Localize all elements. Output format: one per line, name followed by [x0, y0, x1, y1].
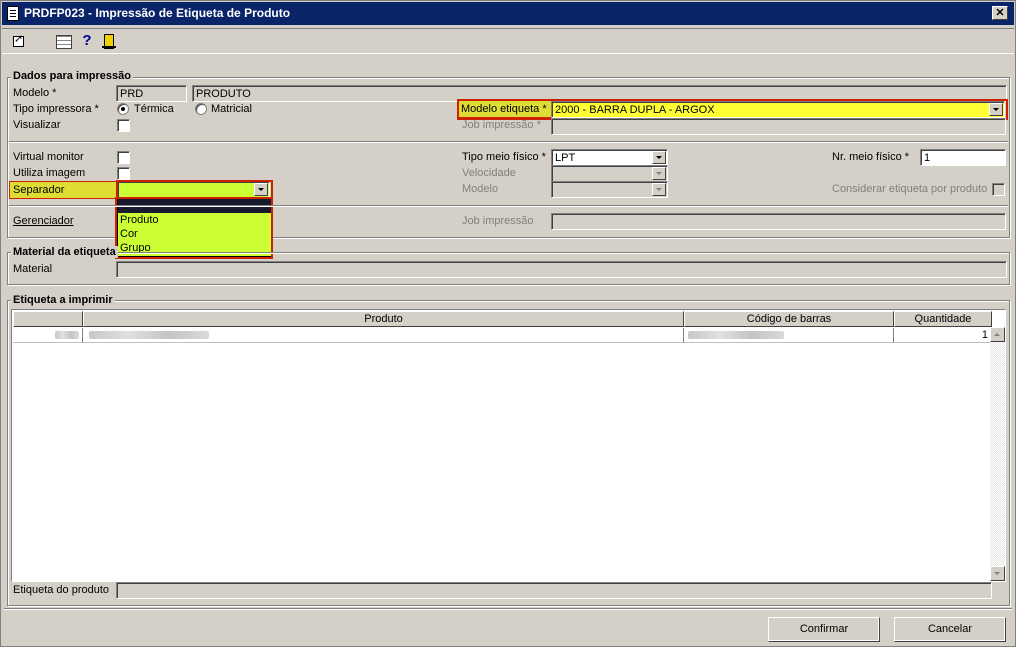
dados-group-title: Dados para impressão: [11, 70, 133, 82]
virtual-monitor-checkbox[interactable]: [117, 151, 130, 164]
considerar-label: Considerar etiqueta por produto: [832, 183, 988, 195]
job-impressao-field: [551, 118, 1006, 135]
divider: [9, 205, 1008, 207]
calendar-icon[interactable]: [55, 33, 72, 49]
confirmar-button[interactable]: Confirmar: [768, 617, 880, 642]
radio-termica-label: Térmica: [134, 103, 174, 115]
considerar-checkbox: [992, 183, 1005, 196]
modelo-etiqueta-highlight-frame: [457, 99, 1008, 120]
radio-matricial[interactable]: [195, 103, 207, 115]
window-title: PRDFP023 - Impressão de Etiqueta de Prod…: [24, 6, 291, 20]
job-impressao2-field: [551, 213, 1006, 230]
confirmar-label: Confirmar: [799, 623, 849, 635]
cell-produto[interactable]: [83, 328, 684, 343]
modelo2-label: Modelo: [462, 183, 499, 195]
scroll-up-icon[interactable]: [990, 327, 1005, 342]
modelo-label: Modelo *: [13, 87, 57, 99]
nr-meio-fisico-label: Nr. meio físico *: [832, 151, 910, 163]
material-field: [116, 261, 1007, 278]
chevron-down-icon: [652, 167, 666, 180]
etiqueta-table: Produto Código de barras Quantidade 1: [11, 309, 1006, 582]
cell-code[interactable]: [13, 328, 83, 343]
visualizar-label: Visualizar: [13, 119, 61, 131]
separador-label: Separador: [9, 181, 117, 199]
etiqueta-produto-field: [116, 582, 992, 599]
vertical-scrollbar[interactable]: [990, 327, 1005, 581]
chevron-down-icon: [652, 183, 666, 196]
etiqueta-group-title: Etiqueta a imprimir: [11, 294, 115, 306]
tipo-meio-fisico-value: LPT: [555, 152, 576, 164]
radio-termica[interactable]: [117, 103, 129, 115]
tipo-meio-fisico-select[interactable]: LPT: [551, 149, 668, 166]
velocidade-select: [551, 165, 668, 182]
main-window: PRDFP023 - Impressão de Etiqueta de Prod…: [0, 0, 1016, 647]
column-header-codigo-barras[interactable]: Código de barras: [684, 311, 894, 327]
chevron-down-icon[interactable]: [652, 151, 666, 164]
cancelar-button[interactable]: Cancelar: [894, 617, 1006, 642]
job-impressao2-label: Job impressão: [462, 215, 534, 227]
modelo-code-field[interactable]: PRD: [116, 85, 187, 102]
visualizar-checkbox[interactable]: [117, 119, 130, 132]
gerenciador-label: Gerenciador: [13, 215, 74, 227]
title-bar: PRDFP023 - Impressão de Etiqueta de Prod…: [2, 2, 1014, 25]
job-impressao-label: Job impressão *: [462, 119, 541, 131]
velocidade-label: Velocidade: [462, 167, 516, 179]
exit-door-icon[interactable]: [101, 33, 117, 49]
toolbar: ?: [2, 28, 1014, 54]
column-header-quantidade[interactable]: Quantidade: [894, 311, 992, 327]
cell-quantidade[interactable]: 1: [894, 328, 992, 343]
material-label: Material: [13, 263, 53, 275]
export-icon[interactable]: [11, 32, 27, 49]
modelo2-select: [551, 181, 668, 198]
cell-codigo-barras[interactable]: [684, 328, 894, 343]
material-group-title: Material da etiqueta: [11, 246, 118, 258]
divider: [4, 608, 1012, 610]
etiqueta-produto-label: Etiqueta do produto: [13, 584, 110, 596]
column-header-produto[interactable]: Produto: [83, 311, 684, 327]
scroll-down-icon[interactable]: [990, 566, 1005, 581]
divider: [9, 141, 1008, 143]
close-button[interactable]: ✕: [992, 6, 1008, 20]
tipo-meio-fisico-label: Tipo meio físico *: [462, 151, 546, 163]
utiliza-imagem-checkbox[interactable]: [117, 167, 130, 180]
help-icon[interactable]: ?: [79, 33, 95, 49]
utiliza-imagem-label: Utiliza imagem: [13, 167, 86, 179]
radio-matricial-label: Matricial: [211, 103, 252, 115]
virtual-monitor-label: Virtual monitor: [13, 151, 84, 163]
document-icon: [7, 6, 19, 21]
tipo-impressora-label: Tipo impressora *: [13, 103, 99, 115]
column-header-blank: [13, 311, 83, 327]
cancelar-label: Cancelar: [927, 623, 973, 635]
nr-meio-fisico-field[interactable]: 1: [920, 149, 1006, 166]
